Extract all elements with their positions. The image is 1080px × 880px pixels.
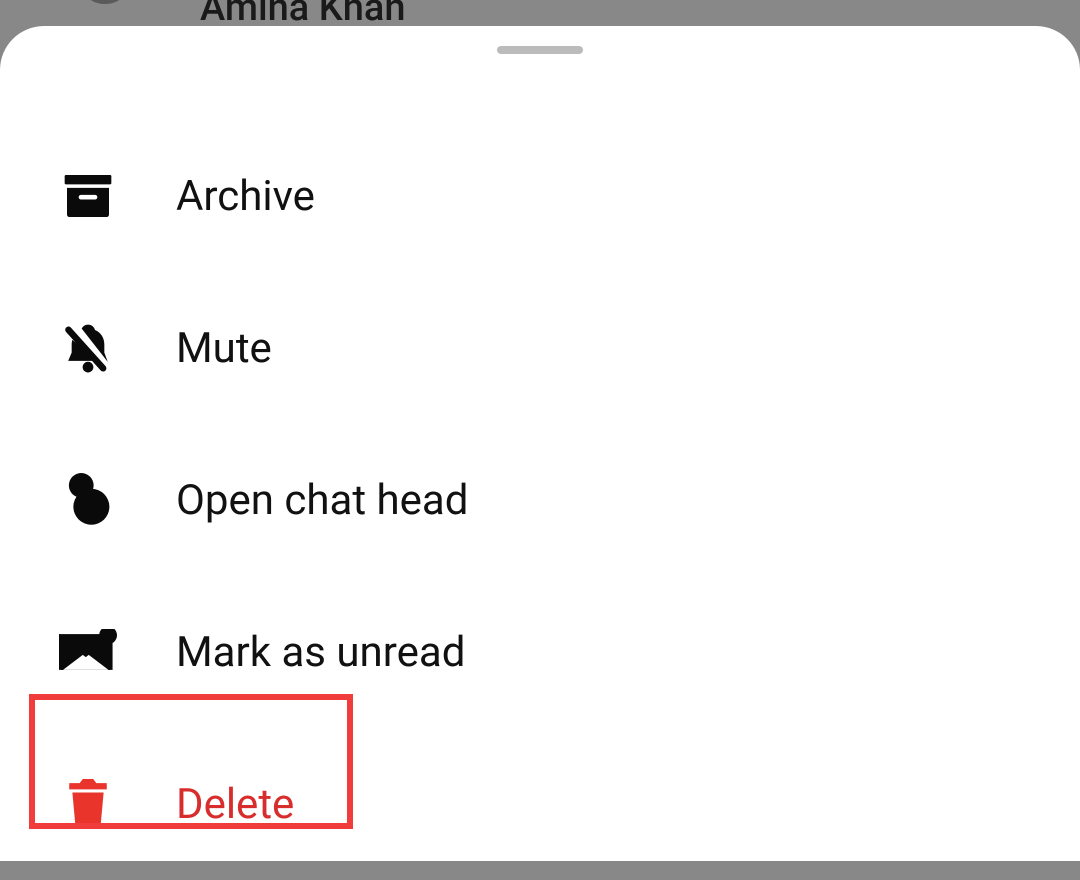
delete-menu-item[interactable]: Delete (0, 728, 1080, 880)
mark-unread-icon (58, 622, 118, 682)
open-chat-head-menu-item[interactable]: Open chat head (0, 424, 1080, 576)
avatar (80, 0, 130, 4)
delete-label: Delete (176, 780, 294, 829)
mark-unread-label: Mark as unread (176, 628, 465, 677)
mute-label: Mute (176, 324, 272, 373)
archive-icon (58, 166, 118, 226)
archive-menu-item[interactable]: Archive (0, 120, 1080, 272)
bell-slash-icon (58, 318, 118, 378)
trash-icon (58, 774, 118, 834)
archive-label: Archive (176, 172, 315, 221)
chat-head-icon (58, 470, 118, 530)
drag-handle[interactable] (497, 46, 583, 54)
open-chat-head-label: Open chat head (176, 476, 468, 525)
mute-menu-item[interactable]: Mute (0, 272, 1080, 424)
mark-unread-menu-item[interactable]: Mark as unread (0, 576, 1080, 728)
bottom-sheet[interactable]: Archive Mute Open chat head (0, 26, 1080, 861)
